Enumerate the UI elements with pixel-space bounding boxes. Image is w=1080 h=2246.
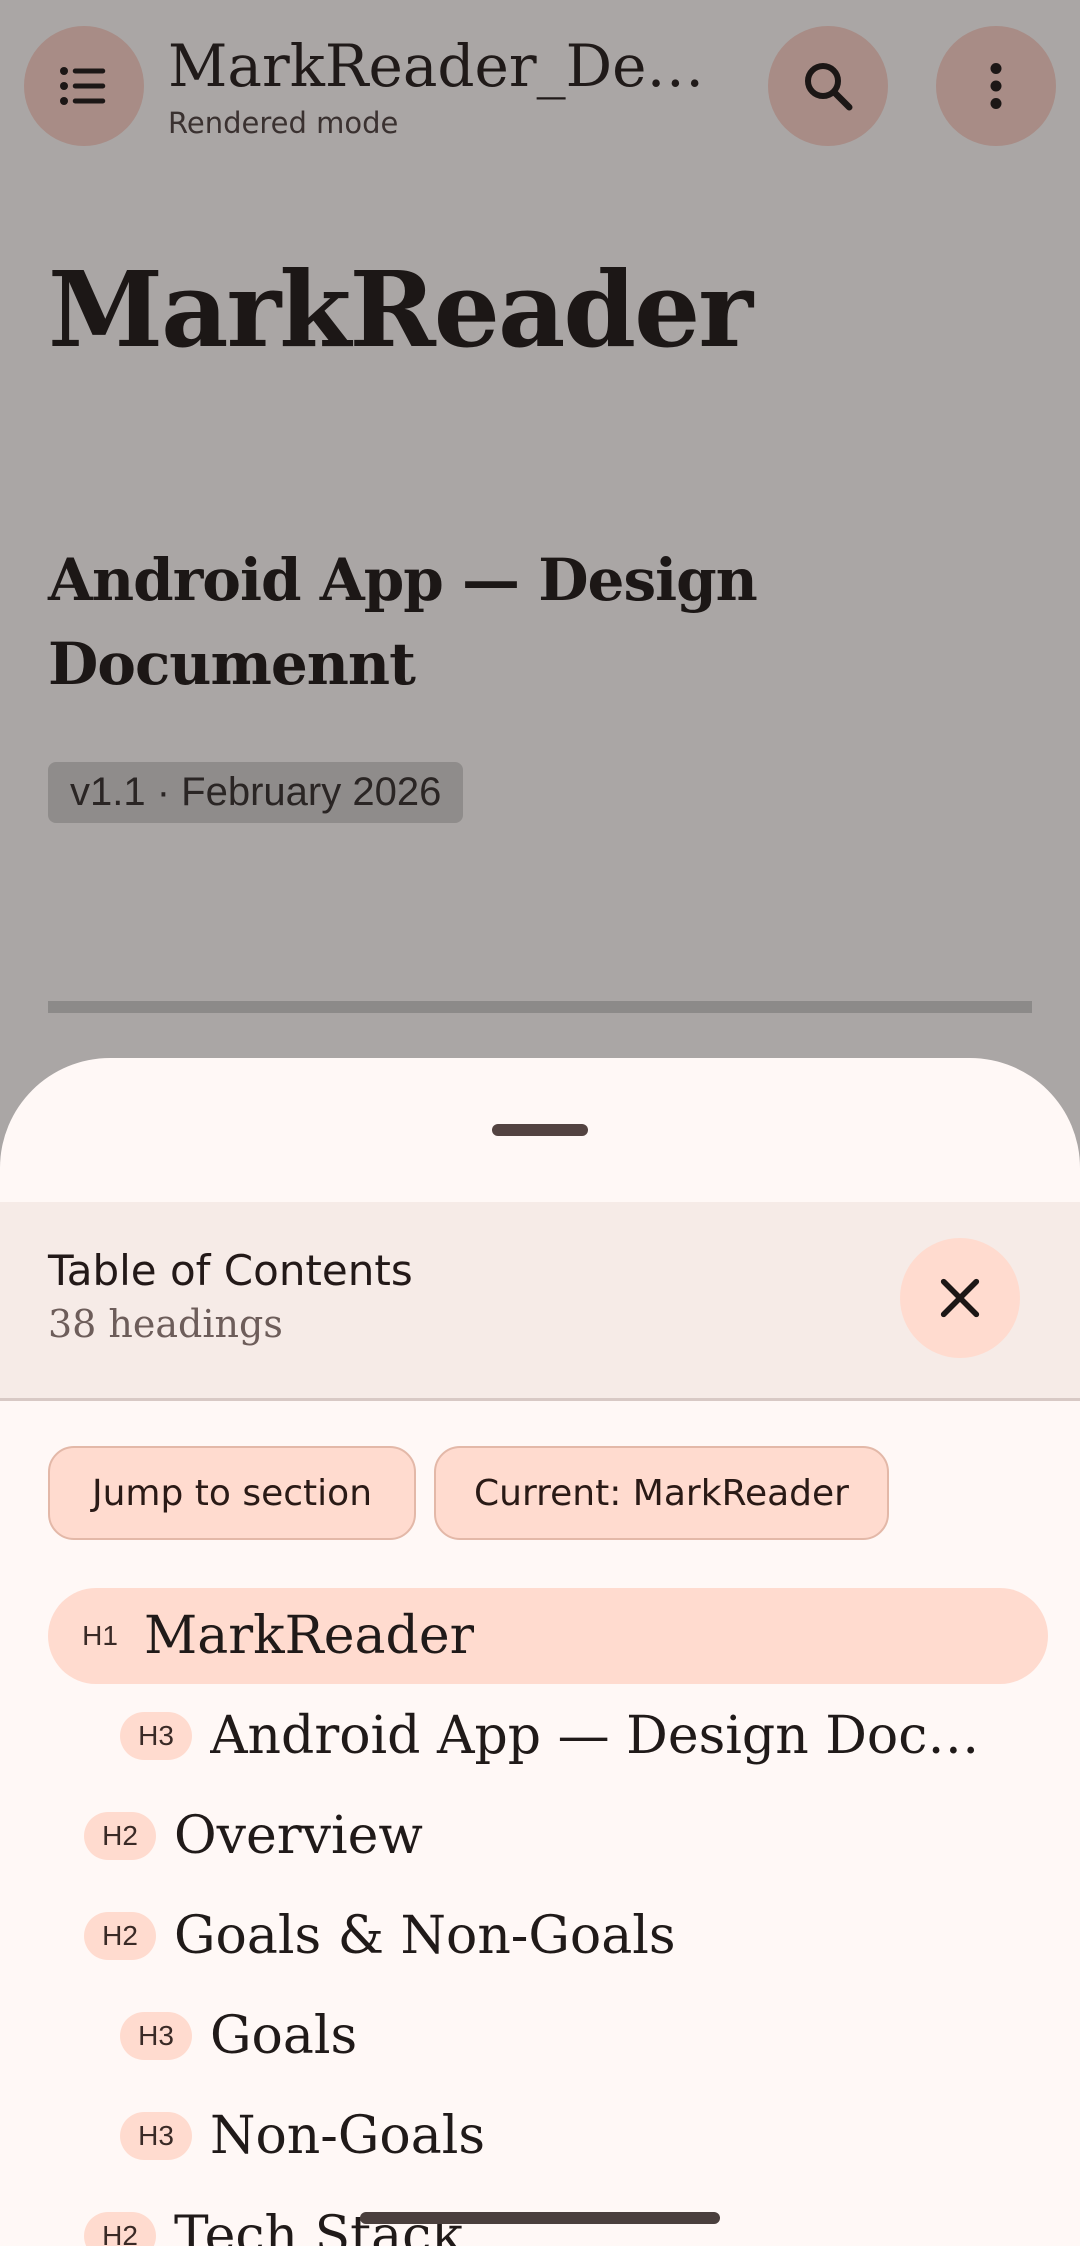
toc-item-label: Non-Goals [210,2106,486,2166]
toc-item-label: MarkReader [144,1606,475,1666]
current-section-chip[interactable]: Current: MarkReader [434,1446,889,1540]
close-button[interactable] [900,1238,1020,1358]
search-icon [805,63,853,111]
toc-item[interactable]: H2 Overview [84,1788,984,1884]
heading-level-badge: H2 [84,2212,156,2246]
search-button[interactable] [768,26,888,146]
top-app-bar: MarkReader_Desi… Rendered mode [0,0,1080,175]
close-icon [940,1278,980,1318]
document-heading-3: Android App — Design Documennt [48,546,758,698]
toc-item[interactable]: H2 Goals & Non-Goals [84,1888,984,1984]
heading-level-badge: H1 [82,1620,118,1651]
document-title: MarkReader_Desi… [168,32,728,100]
toc-item-label: Goals & Non-Goals [174,1906,676,1966]
toc-item-label: Goals [210,2006,358,2066]
toc-title: Table of Contents [48,1246,413,1295]
toc-item[interactable]: H1 MarkReader [48,1588,1048,1684]
toc-item-label: Overview [174,1806,423,1866]
toc-item[interactable]: H3 Android App — Design Docume… [120,1688,1000,1784]
toc-menu-button[interactable] [24,26,144,146]
version-badge: v1.1 · February 2026 [48,762,464,823]
list-icon [60,67,106,105]
more-vert-icon [990,63,1002,109]
jump-to-section-chip[interactable]: Jump to section [48,1446,416,1540]
mode-subtitle: Rendered mode [168,106,399,140]
heading-level-badge: H2 [84,1912,156,1960]
heading-level-badge: H3 [120,2012,192,2060]
horizontal-rule [48,1001,1032,1013]
document-heading-1: MarkReader [48,248,753,371]
toc-item-label: Android App — Design Docume… [210,1706,1000,1766]
heading-level-badge: H3 [120,1712,192,1760]
more-options-button[interactable] [936,26,1056,146]
gesture-navigation-bar[interactable] [360,2212,720,2224]
toc-item[interactable]: H3 Non-Goals [120,2088,1000,2184]
divider [0,1398,1080,1401]
heading-level-badge: H3 [120,2112,192,2160]
heading-count: 38 headings [48,1302,283,1346]
toc-item[interactable]: H3 Goals [120,1988,1000,2084]
toc-header: Table of Contents 38 headings [0,1202,1080,1398]
toc-bottom-sheet: Table of Contents 38 headings Jump to se… [0,1058,1080,2246]
heading-level-badge: H2 [84,1812,156,1860]
drag-handle[interactable] [492,1124,588,1136]
